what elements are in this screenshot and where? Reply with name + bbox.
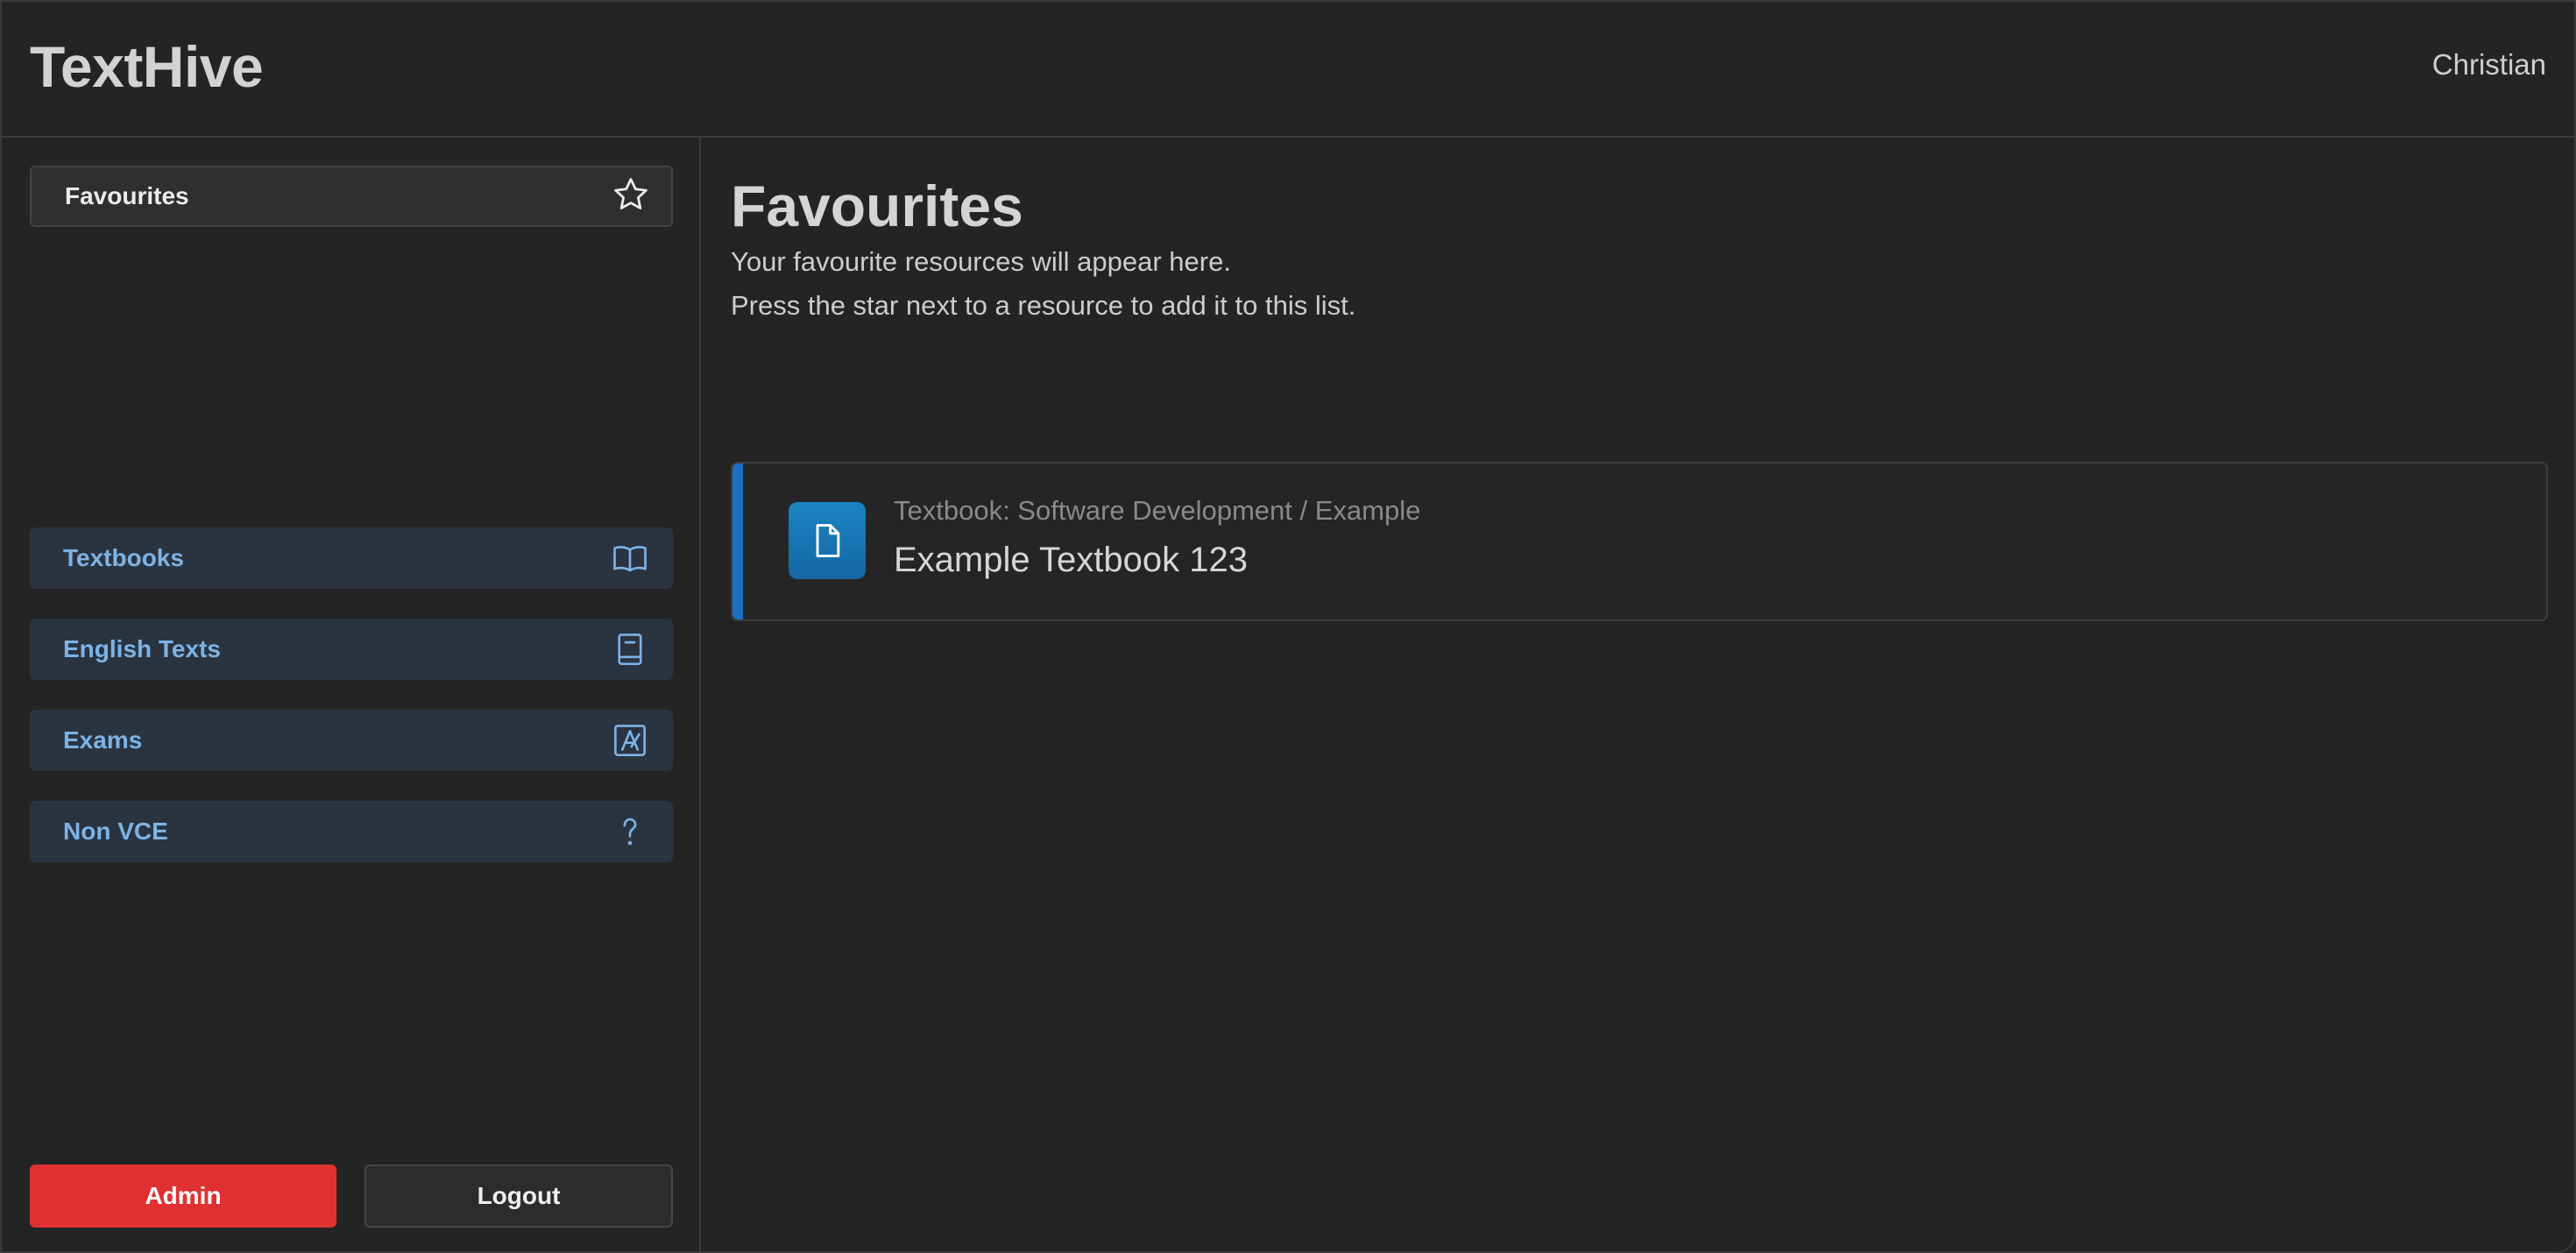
top-header: TextHive Christian (2, 2, 2574, 138)
page-title: Favourites (731, 173, 1023, 238)
document-icon (789, 502, 866, 579)
admin-button[interactable]: Admin (30, 1165, 336, 1228)
card-accent-bar (732, 464, 743, 619)
page-description: Press the star next to a resource to add… (731, 290, 1356, 321)
star-icon (612, 175, 650, 218)
question-icon (612, 813, 648, 850)
book-icon (612, 631, 648, 668)
sidebar-item-textbooks[interactable]: Textbooks (30, 527, 673, 589)
sidebar-item-label: Non VCE (63, 818, 168, 845)
sidebar-item-favourites[interactable]: Favourites (30, 166, 673, 227)
resource-title[interactable]: Example Textbook 123 (894, 541, 1248, 580)
sidebar-item-english-texts[interactable]: English Texts (30, 619, 673, 680)
sidebar-item-label: English Texts (63, 635, 221, 662)
logout-button[interactable]: Logout (364, 1165, 673, 1228)
book-open-icon (612, 540, 648, 577)
page-description: Your favourite resources will appear her… (731, 246, 1231, 277)
sidebar-item-non-vce[interactable]: Non VCE (30, 801, 673, 862)
sidebar-item-label: Favourites (65, 182, 189, 209)
sidebar-item-label: Exams (63, 726, 143, 754)
resource-path: Textbook: Software Development / Example (894, 495, 1421, 526)
app-window: TextHive Christian Favourites Textbooks … (0, 0, 2576, 1253)
exam-icon (612, 722, 648, 759)
sidebar-item-label: Textbooks (63, 544, 184, 571)
brand-logo-text[interactable]: TextHive (30, 33, 264, 100)
main-content: Favourites Your favourite resources will… (703, 138, 2574, 1251)
resource-card[interactable]: Textbook: Software Development / Example… (731, 462, 2548, 621)
sidebar: Favourites Textbooks English Texts Exams… (2, 138, 701, 1251)
sidebar-item-exams[interactable]: Exams (30, 710, 673, 771)
user-name[interactable]: Christian (2432, 48, 2546, 81)
